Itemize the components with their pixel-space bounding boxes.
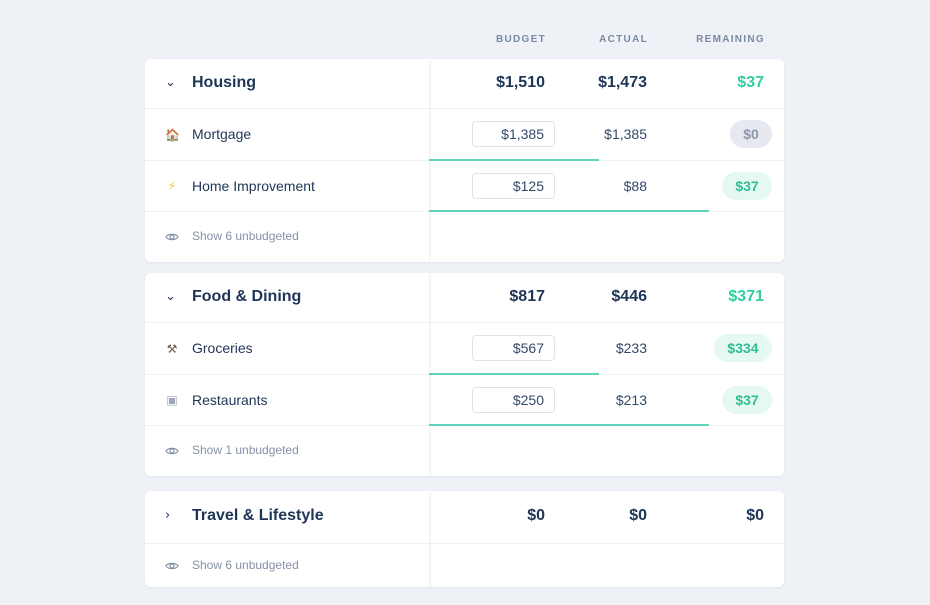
chevron-down-icon[interactable]: ⌄	[165, 289, 176, 304]
budget-input[interactable]	[472, 387, 555, 413]
show-unbudgeted-row[interactable]: Show 6 unbudgeted	[145, 212, 784, 262]
show-unbudgeted-link[interactable]: Show 1 unbudgeted	[192, 443, 299, 457]
remaining-badge: $334	[714, 334, 772, 362]
budget-input[interactable]	[472, 121, 555, 147]
plate-icon: ▣	[166, 393, 178, 407]
column-header-remaining: REMAINING	[696, 34, 765, 45]
group-header-travel-lifestyle[interactable]: › Travel & Lifestyle $0 $0 $0	[145, 491, 784, 544]
category-actual: $213	[615, 392, 647, 408]
group-card-housing: ⌄ Housing $1,510 $1,473 $37 🏠 Mortgage $…	[145, 59, 784, 262]
group-actual-total: $446	[611, 288, 647, 305]
group-remaining-total: $37	[737, 74, 764, 91]
eye-icon	[165, 562, 179, 570]
category-actual: $88	[623, 178, 647, 194]
show-unbudgeted-link[interactable]: Show 6 unbudgeted	[192, 229, 299, 243]
category-actual: $1,385	[604, 126, 647, 142]
group-title: Housing	[192, 74, 256, 91]
group-budget-total: $0	[527, 507, 545, 524]
budget-input[interactable]	[472, 335, 555, 361]
house-icon: 🏠	[165, 128, 180, 142]
remaining-badge: $37	[722, 172, 772, 200]
chevron-right-icon[interactable]: ›	[165, 508, 170, 523]
hammer-icon: ⚒	[166, 342, 178, 356]
group-budget-total: $817	[509, 288, 545, 305]
category-row-groceries[interactable]: ⚒ Groceries $233 $334	[145, 323, 784, 375]
group-header-housing[interactable]: ⌄ Housing $1,510 $1,473 $37	[145, 59, 784, 109]
eye-icon	[165, 233, 179, 241]
category-label: Home Improvement	[192, 178, 315, 194]
lightning-icon: ⚡	[167, 179, 177, 193]
category-label: Groceries	[192, 340, 253, 356]
column-header-actual: ACTUAL	[599, 34, 648, 45]
group-card-food-dining: ⌄ Food & Dining $817 $446 $371 ⚒ Groceri…	[145, 273, 784, 476]
show-unbudgeted-row[interactable]: Show 6 unbudgeted	[145, 544, 784, 587]
group-remaining-total: $371	[728, 288, 764, 305]
remaining-badge: $0	[730, 120, 772, 148]
group-budget-total: $1,510	[496, 74, 545, 91]
group-title: Travel & Lifestyle	[192, 507, 324, 524]
category-row-restaurants[interactable]: ▣ Restaurants $213 $37	[145, 375, 784, 426]
remaining-badge: $37	[722, 386, 772, 414]
group-actual-total: $0	[629, 507, 647, 524]
budget-input[interactable]	[472, 173, 555, 199]
chevron-down-icon[interactable]: ⌄	[165, 75, 176, 90]
category-label: Restaurants	[192, 392, 268, 408]
show-unbudgeted-row[interactable]: Show 1 unbudgeted	[145, 426, 784, 476]
column-header-budget: BUDGET	[495, 34, 546, 45]
group-card-travel-lifestyle: › Travel & Lifestyle $0 $0 $0 Show 6 unb…	[145, 491, 784, 587]
category-label: Mortgage	[192, 126, 252, 142]
group-title: Food & Dining	[192, 288, 302, 305]
eye-icon	[165, 447, 179, 455]
category-row-home-improvement[interactable]: ⚡ Home Improvement $88 $37	[145, 161, 784, 212]
category-row-mortgage[interactable]: 🏠 Mortgage $1,385 $0	[145, 109, 784, 161]
group-header-food-dining[interactable]: ⌄ Food & Dining $817 $446 $371	[145, 273, 784, 323]
group-actual-total: $1,473	[598, 74, 647, 91]
category-actual: $233	[615, 340, 647, 356]
show-unbudgeted-link[interactable]: Show 6 unbudgeted	[192, 558, 299, 572]
group-remaining-total: $0	[746, 507, 764, 524]
